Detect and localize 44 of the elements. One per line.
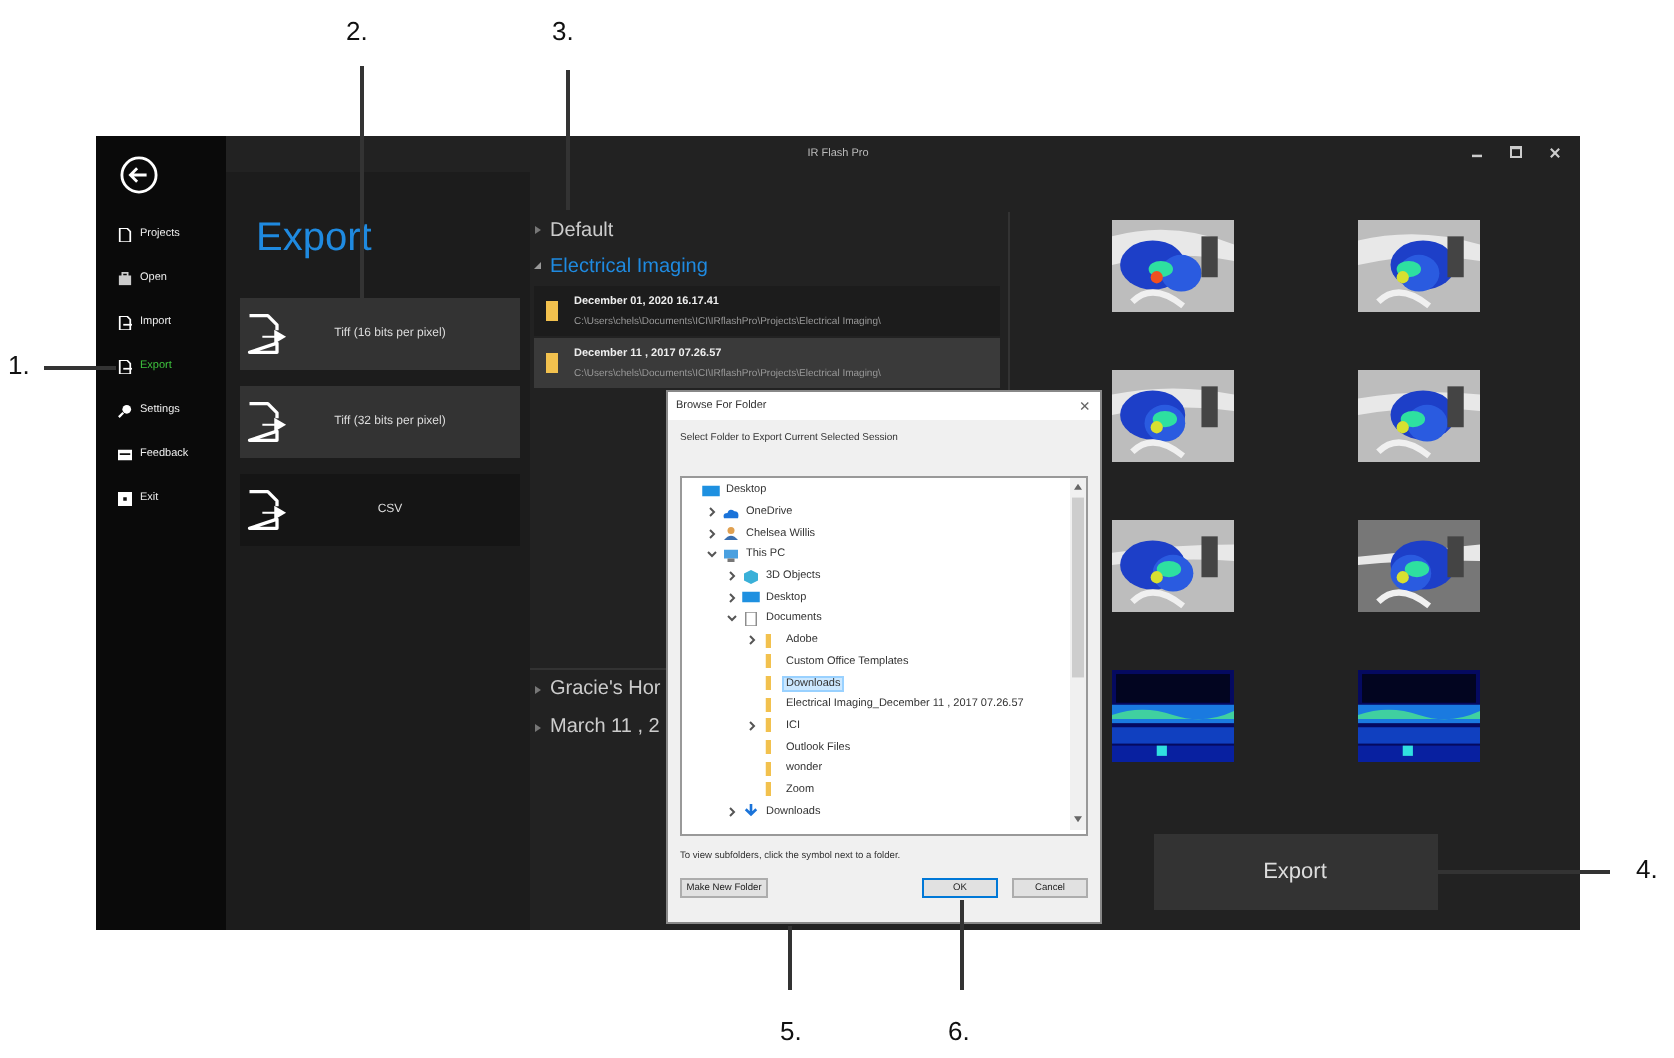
document-icon bbox=[118, 359, 132, 373]
square-icon bbox=[118, 491, 132, 505]
download-arrow-icon bbox=[742, 804, 760, 819]
folder-icon bbox=[546, 352, 558, 374]
callout-number: 1. bbox=[8, 350, 30, 380]
scrollbar[interactable] bbox=[1070, 478, 1086, 830]
expand-arrow-icon[interactable] bbox=[534, 685, 542, 693]
folder-icon bbox=[546, 300, 558, 322]
session-group[interactable]: Electrical Imaging bbox=[550, 255, 708, 277]
expand-arrow-icon[interactable] bbox=[534, 226, 542, 234]
export-title: Export bbox=[256, 216, 374, 262]
file-export-icon bbox=[244, 488, 288, 532]
maximize-icon[interactable] bbox=[1510, 146, 1522, 158]
person-icon bbox=[722, 526, 740, 541]
callout-number: 4. bbox=[1636, 854, 1658, 884]
callout-number: 2. bbox=[346, 16, 368, 46]
leader-line bbox=[788, 926, 792, 990]
back-icon[interactable] bbox=[120, 156, 158, 194]
leader-line bbox=[44, 366, 116, 370]
expand-arrow-icon[interactable] bbox=[534, 723, 542, 731]
document-icon bbox=[118, 315, 132, 329]
leader-line bbox=[566, 70, 570, 210]
callout-number: 5. bbox=[780, 1016, 802, 1046]
monitor-icon bbox=[742, 590, 760, 605]
session-group[interactable]: Gracie's Hor bbox=[550, 678, 661, 700]
cloud-icon bbox=[722, 505, 740, 520]
document-icon bbox=[118, 227, 132, 241]
document-icon bbox=[742, 611, 760, 626]
session-group[interactable]: Default bbox=[550, 219, 614, 241]
session-group[interactable]: March 11 , 2 bbox=[550, 716, 660, 738]
export-button[interactable]: Export bbox=[1153, 834, 1437, 910]
briefcase-icon bbox=[118, 271, 132, 285]
monitor-icon bbox=[702, 483, 720, 498]
leader-line bbox=[960, 900, 964, 990]
tray-icon bbox=[118, 447, 132, 461]
computer-icon bbox=[722, 547, 740, 562]
collapse-arrow-icon[interactable] bbox=[534, 262, 542, 270]
file-export-icon bbox=[244, 312, 288, 356]
close-icon[interactable]: × bbox=[1079, 396, 1090, 416]
callout-number: 6. bbox=[948, 1016, 970, 1046]
callout-number: 3. bbox=[552, 16, 574, 46]
close-icon[interactable] bbox=[1550, 147, 1560, 157]
file-export-icon bbox=[244, 400, 288, 444]
cube-icon bbox=[742, 569, 760, 584]
